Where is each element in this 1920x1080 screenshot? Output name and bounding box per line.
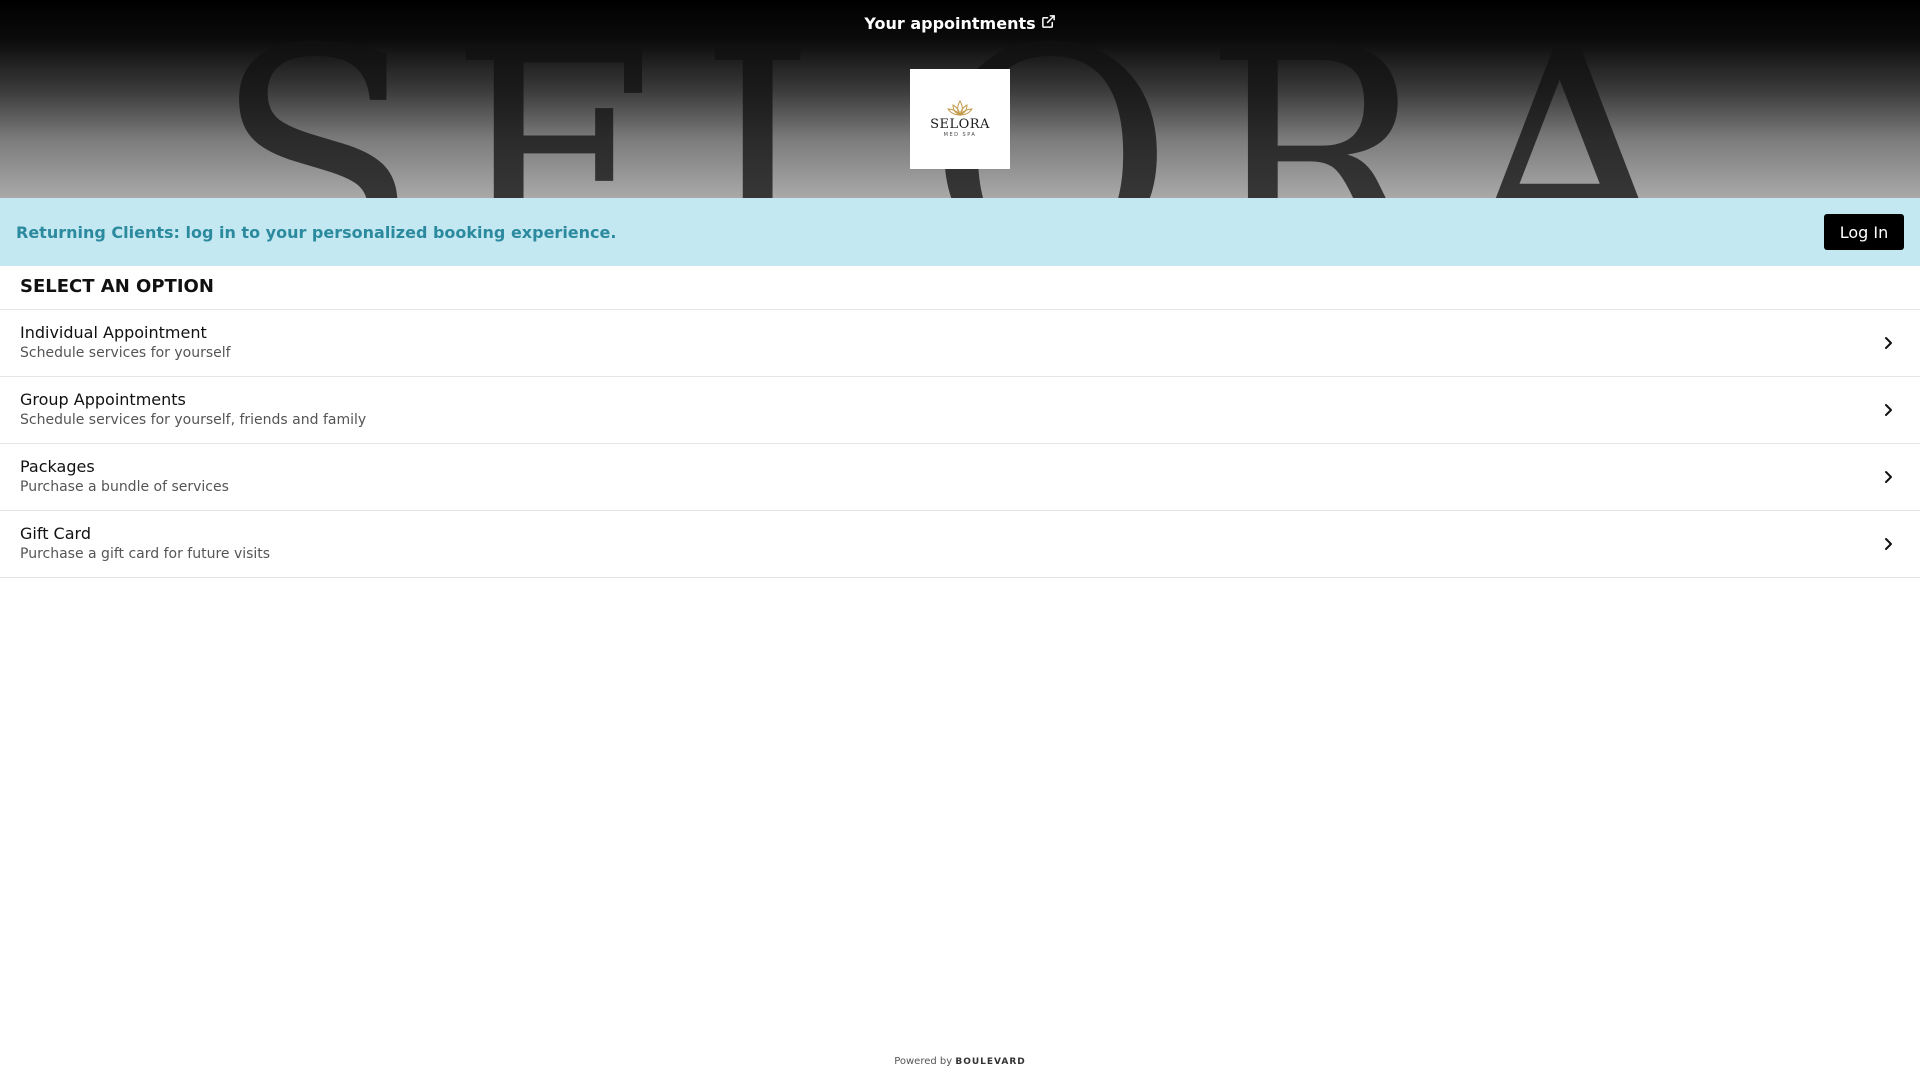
option-gift-card[interactable]: Gift Card Purchase a gift card for futur… bbox=[0, 511, 1920, 578]
chevron-right-icon bbox=[1885, 337, 1892, 349]
brand-logo: SELORA MED SPA bbox=[910, 69, 1010, 169]
logo-name: SELORA bbox=[930, 116, 990, 132]
boulevard-brand-link[interactable]: BOULEVARD bbox=[955, 1057, 1025, 1067]
hero-header: SELORA Your appointments SELORA MED SPA bbox=[0, 0, 1920, 198]
options-list: Individual Appointment Schedule services… bbox=[0, 309, 1920, 578]
banner-message: Returning Clients: log in to your person… bbox=[16, 222, 617, 242]
chevron-right-icon bbox=[1885, 404, 1892, 416]
option-text: Packages Purchase a bundle of services bbox=[20, 457, 229, 497]
option-title: Gift Card bbox=[20, 524, 91, 543]
your-appointments-link[interactable]: Your appointments bbox=[0, 13, 1920, 33]
option-text: Gift Card Purchase a gift card for futur… bbox=[20, 524, 270, 564]
lotus-icon bbox=[947, 99, 973, 116]
external-link-icon bbox=[1041, 15, 1055, 28]
option-title: Packages bbox=[20, 457, 95, 476]
option-title: Group Appointments bbox=[20, 390, 186, 409]
powered-by-label: Powered by bbox=[894, 1056, 953, 1067]
powered-by-footer: Powered by BOULEVARD bbox=[0, 1056, 1920, 1067]
option-group-appointments[interactable]: Group Appointments Schedule services for… bbox=[0, 377, 1920, 444]
logo-subtitle: MED SPA bbox=[943, 131, 977, 138]
option-description: Purchase a bundle of services bbox=[20, 479, 229, 495]
option-description: Schedule services for yourself bbox=[20, 345, 231, 361]
option-text: Individual Appointment Schedule services… bbox=[20, 323, 231, 363]
option-title: Individual Appointment bbox=[20, 323, 207, 342]
option-packages[interactable]: Packages Purchase a bundle of services bbox=[0, 444, 1920, 511]
option-text: Group Appointments Schedule services for… bbox=[20, 390, 366, 430]
returning-clients-banner: Returning Clients: log in to your person… bbox=[0, 198, 1920, 266]
your-appointments-label: Your appointments bbox=[864, 14, 1036, 33]
option-individual-appointment[interactable]: Individual Appointment Schedule services… bbox=[0, 310, 1920, 377]
option-description: Schedule services for yourself, friends … bbox=[20, 412, 367, 428]
section-title: SELECT AN OPTION bbox=[20, 276, 214, 297]
log-in-button[interactable]: Log In bbox=[1824, 214, 1904, 250]
chevron-right-icon bbox=[1885, 538, 1892, 550]
chevron-right-icon bbox=[1885, 471, 1892, 483]
option-description: Purchase a gift card for future visits bbox=[20, 546, 271, 562]
